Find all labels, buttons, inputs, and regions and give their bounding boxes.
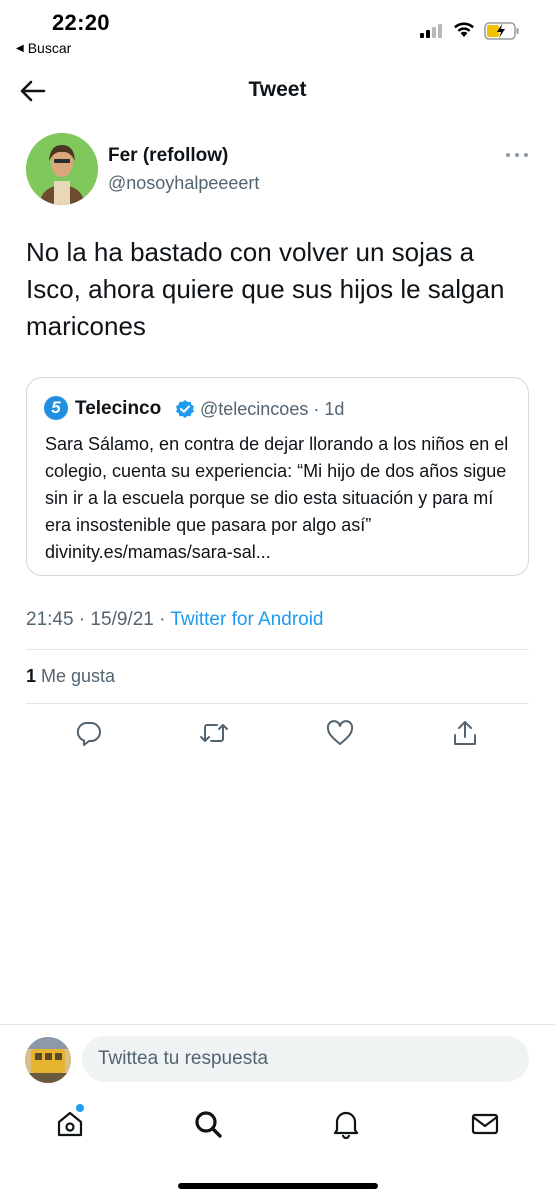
quoted-author-name: Telecinco bbox=[75, 398, 162, 419]
quoted-tweet-text: Sara Sálamo, en contra de dejar llorando… bbox=[45, 434, 509, 562]
quoted-tweet-card[interactable]: 5 Telecinco @telecincoes · 1d Sara Sálam… bbox=[26, 377, 529, 576]
reply-icon bbox=[76, 722, 101, 746]
reply-input[interactable]: Twittea tu respuesta bbox=[82, 1036, 529, 1082]
status-bar: 22:20 ◀ Buscar bbox=[0, 0, 555, 60]
status-time: 22:20 bbox=[52, 10, 110, 35]
divider bbox=[26, 703, 529, 704]
tweet-meta: 21:45 · 15/9/21 · Twitter for Android bbox=[26, 609, 324, 631]
page-title: Tweet bbox=[248, 78, 307, 101]
top-header: Tweet bbox=[0, 62, 555, 118]
cellular-signal-icon bbox=[420, 24, 442, 38]
tweet-text: No la ha bastado con volver un sojas a I… bbox=[26, 237, 505, 341]
avatar-illustration bbox=[26, 133, 98, 205]
author-avatar[interactable] bbox=[26, 133, 98, 205]
retweet-icon bbox=[200, 724, 228, 742]
notifications-icon bbox=[333, 1111, 359, 1139]
verified-icon bbox=[176, 400, 194, 418]
tab-home[interactable] bbox=[52, 1104, 88, 1142]
home-indicator bbox=[178, 1183, 378, 1189]
back-to-app-link[interactable]: ◀ Buscar bbox=[16, 40, 71, 56]
tweet-actions bbox=[0, 716, 555, 752]
back-to-app-label: Buscar bbox=[27, 40, 72, 56]
telecinco-logo-icon: 5 bbox=[44, 396, 68, 420]
retweet-button[interactable] bbox=[197, 716, 231, 750]
notification-dot bbox=[76, 1104, 84, 1112]
wifi-icon bbox=[454, 22, 474, 37]
messages-icon bbox=[471, 1113, 499, 1135]
battery-icon bbox=[484, 22, 519, 40]
home-icon bbox=[57, 1111, 83, 1137]
share-button[interactable] bbox=[448, 716, 482, 750]
share-icon bbox=[454, 721, 476, 745]
author-handle[interactable]: @nosoyhalpeeeert bbox=[108, 173, 259, 194]
more-icon-dot bbox=[515, 153, 519, 157]
likes-label: Me gusta bbox=[36, 666, 116, 686]
quoted-handle-time: @telecincoes · 1d bbox=[200, 399, 345, 419]
more-icon-dot bbox=[524, 153, 528, 157]
bottom-tab-bar bbox=[0, 1096, 555, 1156]
divider bbox=[26, 649, 529, 650]
like-button[interactable] bbox=[323, 716, 357, 750]
likes-count-link[interactable]: 1 Me gusta bbox=[26, 666, 115, 687]
more-icon-dot bbox=[506, 153, 510, 157]
author-name[interactable]: Fer (refollow) bbox=[108, 145, 228, 167]
more-options-button[interactable] bbox=[506, 148, 528, 162]
reply-button[interactable] bbox=[72, 716, 106, 750]
user-avatar[interactable] bbox=[25, 1037, 71, 1083]
likes-count: 1 bbox=[26, 666, 37, 686]
tweet-timestamp: 21:45 · 15/9/21 · bbox=[26, 609, 171, 630]
tab-messages[interactable] bbox=[467, 1106, 503, 1142]
tram-photo-icon bbox=[25, 1037, 71, 1083]
back-triangle-icon: ◀ bbox=[16, 42, 24, 54]
search-icon bbox=[195, 1111, 222, 1138]
reply-bar: Twittea tu respuesta bbox=[0, 1024, 555, 1094]
tab-notifications[interactable] bbox=[328, 1106, 364, 1142]
like-icon bbox=[326, 720, 354, 745]
tab-search[interactable] bbox=[190, 1106, 226, 1142]
tweet-source-link[interactable]: Twitter for Android bbox=[170, 609, 323, 630]
